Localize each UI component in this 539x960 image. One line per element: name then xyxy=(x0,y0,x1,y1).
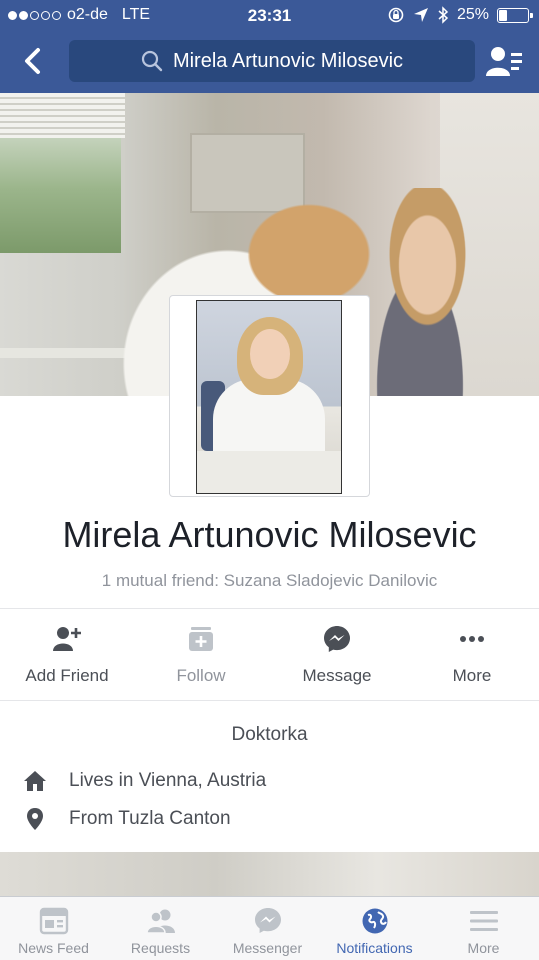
more-dots-icon xyxy=(460,636,484,642)
from-text[interactable]: From Tuzla Canton xyxy=(69,808,231,830)
globe-icon xyxy=(362,908,387,934)
news-feed-icon xyxy=(39,907,68,935)
cover-blinds xyxy=(0,93,125,138)
from-row: From Tuzla Canton xyxy=(22,806,231,832)
photos-preview[interactable] xyxy=(0,852,539,897)
more-button[interactable]: More xyxy=(405,610,539,700)
message-button[interactable]: Message xyxy=(270,610,404,700)
follow-label: Follow xyxy=(176,666,226,685)
friend-requests-icon[interactable] xyxy=(485,44,523,78)
messenger-icon xyxy=(324,626,350,652)
more-label: More xyxy=(452,666,492,685)
tab-notifications[interactable]: Notifications xyxy=(321,897,428,960)
tab-more[interactable]: More xyxy=(428,897,539,960)
tab-label: Notifications xyxy=(336,940,413,956)
profile-name: Mirela Artunovic Milosevic xyxy=(62,514,477,555)
message-label: Message xyxy=(302,666,372,685)
tab-news-feed[interactable]: News Feed xyxy=(0,897,107,960)
friend-requests-icon xyxy=(145,909,175,934)
tab-label: Requests xyxy=(130,940,191,956)
back-chevron-icon[interactable] xyxy=(18,44,48,78)
profile-picture[interactable] xyxy=(169,295,370,497)
tab-label: News Feed xyxy=(18,940,89,956)
profile-actions: Add Friend Follow Message More xyxy=(0,610,539,700)
bluetooth-icon xyxy=(438,6,449,24)
battery-icon xyxy=(497,7,533,23)
top-bar: o2-de LTE 23:31 25% Mirela Artunovic Mil… xyxy=(0,0,539,93)
home-icon xyxy=(24,771,46,791)
mutual-friends[interactable]: 1 mutual friend: Suzana Sladojevic Danil… xyxy=(0,571,539,591)
tab-label: Messenger xyxy=(232,940,303,956)
tab-label: More xyxy=(467,940,500,956)
search-bar[interactable]: Mirela Artunovic Milosevic xyxy=(69,40,475,82)
add-friend-icon xyxy=(53,627,81,651)
lives-in-row: Lives in Vienna, Austria xyxy=(22,768,266,794)
location-arrow-icon xyxy=(413,8,428,22)
divider xyxy=(0,608,539,609)
tab-messenger[interactable]: Messenger xyxy=(214,897,321,960)
battery-percent: 25% xyxy=(456,6,489,23)
messenger-icon xyxy=(254,908,281,933)
divider xyxy=(0,700,539,701)
add-friend-button[interactable]: Add Friend xyxy=(0,610,134,700)
search-query: Mirela Artunovic Milosevic xyxy=(172,49,404,72)
location-pin-icon xyxy=(27,808,43,830)
bio-text: Doktorka xyxy=(231,724,308,745)
tab-requests[interactable]: Requests xyxy=(107,897,214,960)
menu-icon xyxy=(469,911,498,931)
rotation-lock-icon xyxy=(388,7,404,23)
status-bar: o2-de LTE 23:31 25% xyxy=(0,0,539,32)
profile-photo xyxy=(196,300,342,494)
status-right: 25% xyxy=(387,6,533,24)
follow-icon xyxy=(189,627,213,651)
lives-in-text[interactable]: Lives in Vienna, Austria xyxy=(69,770,266,792)
bottom-tab-bar: News Feed Requests Messenger Notificatio… xyxy=(0,896,539,960)
add-friend-label: Add Friend xyxy=(25,666,109,685)
follow-button[interactable]: Follow xyxy=(134,610,268,700)
search-icon xyxy=(141,50,163,72)
